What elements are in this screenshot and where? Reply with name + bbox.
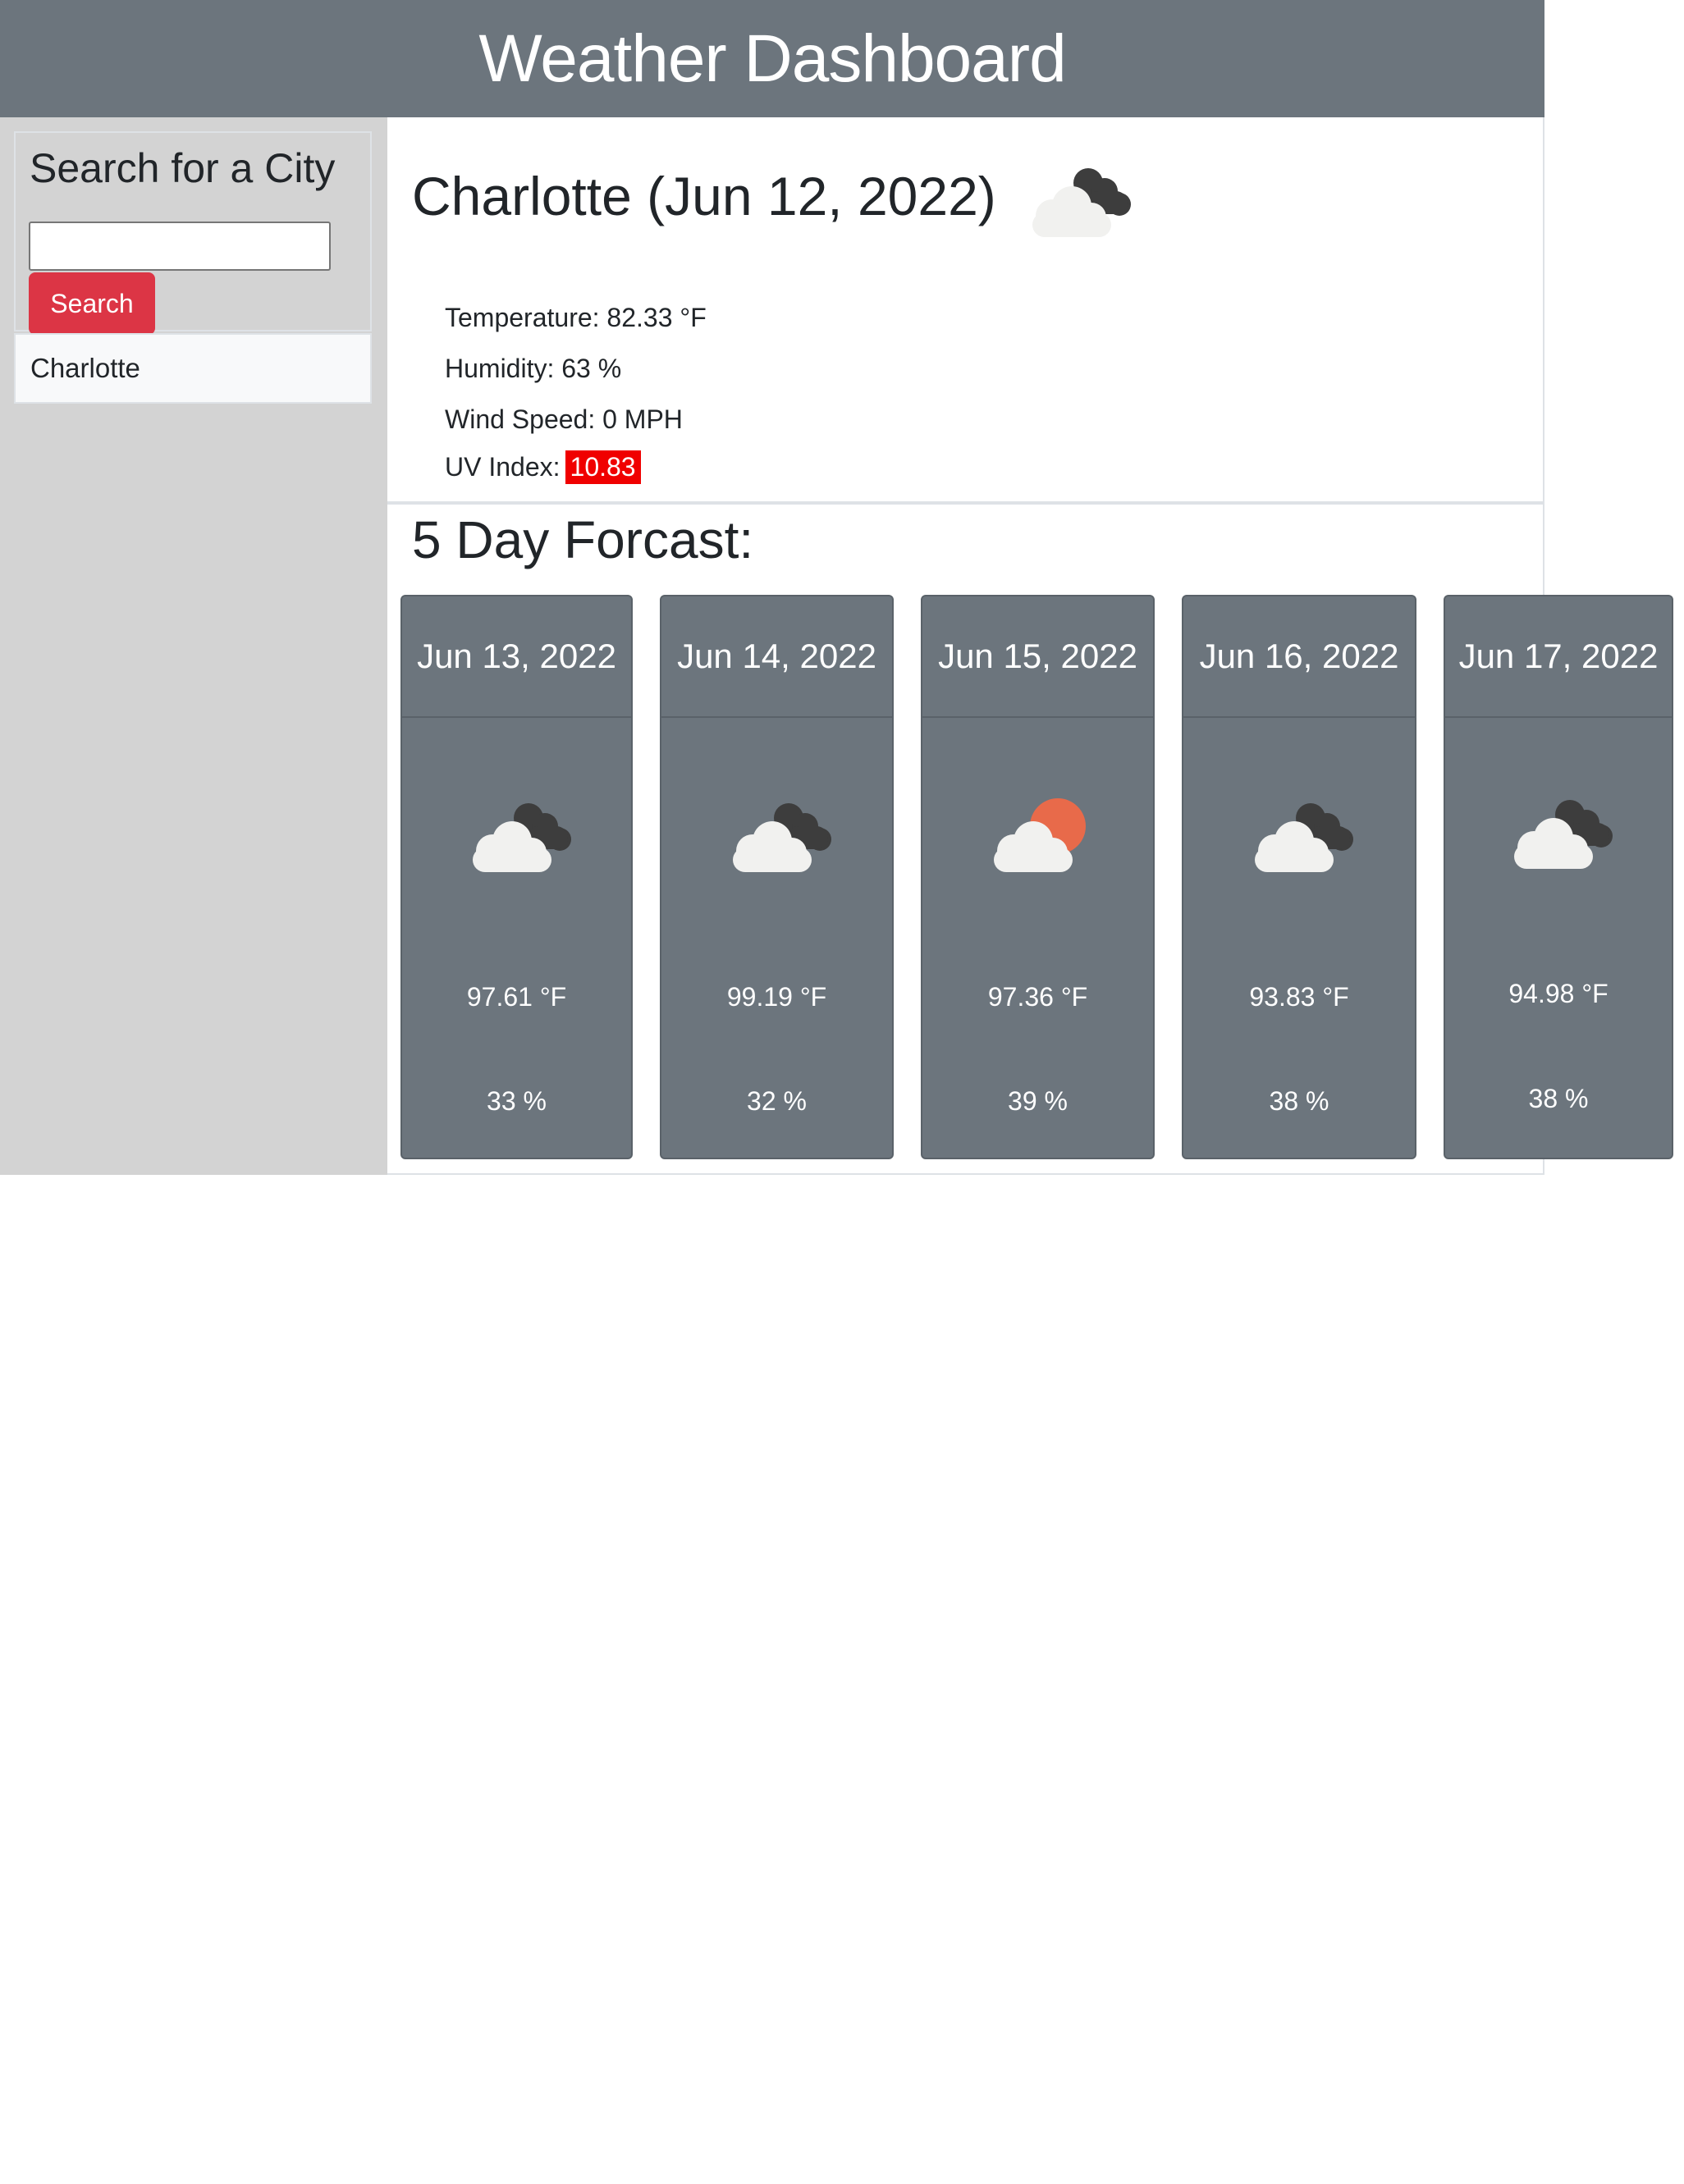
uv-index-label: UV Index: [445,452,561,482]
search-history-list: Charlotte [14,333,372,404]
current-humidity: Humidity: 63 % [445,354,622,383]
forecast-card: Jun 17, 2022 94.98 °F 38 % [1444,595,1673,1159]
forecast-humidity: 38 % [1528,1084,1589,1113]
forecast-humidity: 39 % [1008,1086,1068,1116]
city-heading: Charlotte (Jun 12, 2022) [412,166,996,226]
forecast-date: Jun 15, 2022 [922,596,1153,718]
forecast-card: Jun 13, 2022 97.61 °F 33 % [400,595,633,1159]
cloudy-icon [732,803,831,872]
city-search-input[interactable] [29,222,331,271]
cloudy-icon [472,803,571,872]
forecast-date: Jun 13, 2022 [402,596,631,718]
forecast-card: Jun 15, 2022 97.36 °F 39 % [921,595,1155,1159]
current-uv-index: UV Index: 10.83 [445,450,641,484]
cloudy-icon [1032,168,1131,237]
forecast-date: Jun 16, 2022 [1183,596,1415,718]
weather-dashboard-app: Weather Dashboard Search for a City Sear… [0,0,1684,2184]
uv-index-badge: 10.83 [565,450,641,484]
page-title: Weather Dashboard [478,21,1066,96]
forecast-temperature: 97.61 °F [466,982,567,1012]
forecast-humidity: 33 % [487,1086,547,1116]
history-item[interactable]: Charlotte [14,333,372,404]
partly-sunny-icon [993,798,1086,872]
forecast-temperature: 94.98 °F [1508,979,1608,1008]
cloudy-icon [1255,803,1353,872]
forecast-card: Jun 16, 2022 93.83 °F 38 % [1182,595,1416,1159]
forecast-temperature: 93.83 °F [1249,982,1349,1012]
current-wind-speed: Wind Speed: 0 MPH [445,404,683,434]
current-temperature: Temperature: 82.33 °F [445,303,707,332]
forecast-temperature: 97.36 °F [987,982,1088,1012]
cloudy-icon [1514,800,1613,869]
forecast-title: 5 Day Forcast: [412,510,754,569]
forecast-date: Jun 17, 2022 [1445,596,1672,718]
forecast-date: Jun 14, 2022 [661,596,892,718]
current-weather-panel: Charlotte (Jun 12, 2022) Temperature: 82… [387,117,1544,505]
search-button[interactable]: Search [29,272,155,335]
search-panel: Search for a City Search [14,131,372,335]
search-title: Search for a City [30,145,336,191]
sidebar: Search for a City Search Charlotte [0,117,387,1175]
forecast-humidity: 38 % [1269,1086,1329,1116]
page-header: Weather Dashboard [0,0,1544,117]
forecast-card: Jun 14, 2022 99.19 °F 32 % [660,595,894,1159]
forecast-temperature: 99.19 °F [726,982,827,1012]
forecast-humidity: 32 % [747,1086,807,1116]
